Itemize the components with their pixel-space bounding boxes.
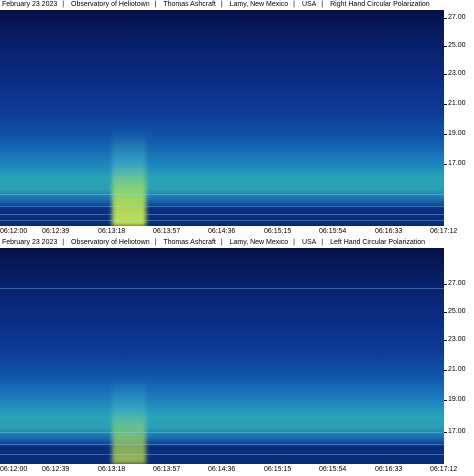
spectrogram-panel-rhcp: February 23 2023 | Observatory of Heliot… — [0, 0, 474, 238]
y-tick-label: 25.00 — [448, 42, 466, 49]
spectrogram-image — [0, 10, 444, 226]
header-observer: Thomas Ashcraft — [163, 239, 216, 246]
y-tick-label: 17.00 — [448, 160, 466, 167]
frequency-axis: 27.00 25.00 23.00 21.00 19.00 17.00 — [444, 10, 474, 226]
x-tick-label: 06:16:33 — [375, 228, 403, 235]
solar-burst — [112, 378, 146, 464]
x-tick-label: 06:15:15 — [264, 228, 292, 235]
y-tick-label: 23.00 — [448, 70, 466, 77]
y-tick-label: 21.00 — [448, 366, 466, 373]
x-tick-label: 06:15:54 — [319, 466, 347, 473]
y-tick-label: 19.00 — [448, 396, 466, 403]
panel-header: February 23 2023 | Observatory of Heliot… — [0, 0, 474, 10]
x-tick-label: 06:17:12 — [430, 466, 458, 473]
header-observer: Thomas Ashcraft — [163, 1, 216, 8]
header-separator: | — [154, 239, 157, 246]
spectrogram-panel-lhcp: February 23 2023 | Observatory of Heliot… — [0, 238, 474, 476]
header-polarization: Left Hand Circular Polarization — [330, 239, 426, 246]
y-tick-label: 27.00 — [448, 14, 466, 21]
x-tick-label: 06:15:15 — [264, 466, 292, 473]
interference-line — [0, 220, 444, 221]
header-polarization: Right Hand Circular Polarization — [330, 1, 430, 8]
header-observatory: Observatory of Heliotown — [71, 239, 150, 246]
header-separator: | — [62, 1, 65, 8]
interference-line — [0, 206, 444, 207]
y-tick-label: 17.00 — [448, 428, 466, 435]
header-location: Lamy, New Mexico — [229, 1, 289, 8]
interference-line — [0, 444, 444, 445]
x-tick-label: 06:13:57 — [153, 466, 181, 473]
header-date: February 23 2023 — [2, 1, 58, 8]
y-tick-label: 21.00 — [448, 100, 466, 107]
header-separator: | — [293, 1, 295, 8]
header-separator: | — [293, 239, 295, 246]
x-tick-label: 06:14:36 — [208, 466, 236, 473]
header-observatory: Observatory of Heliotown — [71, 1, 150, 8]
header-location: Lamy, New Mexico — [229, 239, 289, 246]
x-tick-label: 06:13:18 — [98, 466, 126, 473]
interference-line — [0, 432, 444, 433]
x-tick-label: 06:12:00 — [0, 466, 28, 473]
y-tick-label: 19.00 — [448, 130, 466, 137]
x-tick-label: 06:16:33 — [375, 466, 403, 473]
x-tick-label: 06:17:12 — [430, 228, 458, 235]
header-country: USA — [301, 1, 317, 8]
y-tick-label: 25.00 — [448, 308, 466, 315]
time-axis: 06:12:00 06:12:39 06:13:18 06:13:57 06:1… — [0, 464, 474, 476]
x-tick-label: 06:12:00 — [0, 228, 28, 235]
interference-line — [0, 454, 444, 455]
interference-line — [0, 288, 444, 289]
solar-burst — [112, 130, 146, 226]
panel-header: February 23 2023 | Observatory of Heliot… — [0, 238, 474, 248]
x-tick-label: 06:15:54 — [319, 228, 347, 235]
frequency-axis: 27.00 25.00 23.00 21.00 19.00 17.00 — [444, 248, 474, 464]
time-axis: 06:12:00 06:12:39 06:13:18 06:13:57 06:1… — [0, 226, 474, 238]
header-separator: | — [62, 239, 65, 246]
header-separator: | — [154, 1, 157, 8]
y-tick-label: 23.00 — [448, 336, 466, 343]
header-separator: | — [321, 1, 324, 8]
y-tick-label: 27.00 — [448, 280, 466, 287]
x-tick-label: 06:12:39 — [42, 466, 70, 473]
x-tick-label: 06:12:39 — [42, 228, 70, 235]
spectrogram-image — [0, 248, 444, 464]
x-tick-label: 06:13:18 — [98, 228, 126, 235]
interference-line — [0, 214, 444, 215]
x-tick-label: 06:13:57 — [153, 228, 181, 235]
header-separator: | — [220, 239, 223, 246]
interference-line — [0, 194, 444, 195]
x-tick-label: 06:14:36 — [208, 228, 236, 235]
header-date: February 23 2023 — [2, 239, 58, 246]
header-country: USA — [301, 239, 317, 246]
header-separator: | — [321, 239, 324, 246]
header-separator: | — [220, 1, 223, 8]
